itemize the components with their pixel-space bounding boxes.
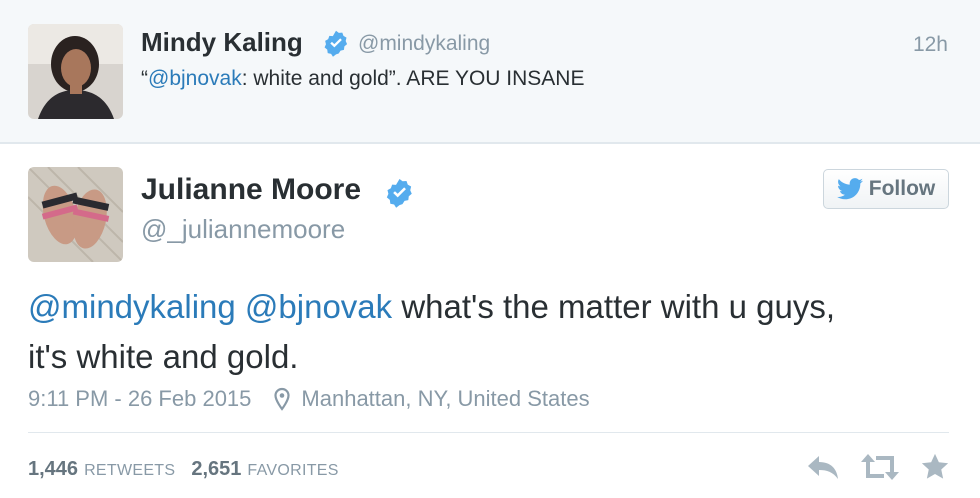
favorites-label[interactable]: FAVORITES (247, 462, 338, 480)
tweet-text-line2: it's white and gold. (28, 338, 299, 375)
tweet-text-rest: : white and gold”. ARE YOU INSANE (241, 67, 585, 90)
tweet-timestamp[interactable]: 9:11 PM - 26 Feb 2015 (28, 386, 251, 412)
tweet-text-line1-rest: what's the matter with u guys, (392, 288, 835, 325)
verified-badge-icon (386, 178, 412, 208)
avatar-mindy-kaling[interactable] (28, 24, 123, 119)
tweet-text-line1: @mindykaling @bjnovak what's the matter … (28, 282, 948, 332)
location-pin-icon (274, 387, 291, 411)
previous-tweet: Mindy Kaling @mindykaling 12h “@bjnovak:… (0, 0, 980, 144)
verified-badge-icon (324, 30, 348, 57)
retweets-count[interactable]: 1,446 (28, 458, 78, 481)
tweet-location[interactable]: Manhattan, NY, United States (301, 386, 589, 412)
author-handle[interactable]: @_juliannemoore (141, 214, 345, 245)
tweet-meta: 9:11 PM - 26 Feb 2015 Manhattan, NY, Uni… (28, 386, 590, 412)
divider (28, 432, 949, 433)
mention-link[interactable]: @bjnovak (148, 67, 242, 90)
avatar-julianne-moore[interactable] (28, 167, 123, 262)
tweet-time[interactable]: 12h (913, 33, 948, 57)
retweets-label[interactable]: RETWEETS (84, 462, 175, 480)
twitter-bird-icon (836, 178, 863, 200)
quote-open: “ (141, 67, 148, 90)
reply-icon[interactable] (806, 452, 840, 482)
tweet-text: “@bjnovak: white and gold”. ARE YOU INSA… (141, 67, 584, 91)
mention-link[interactable]: @bjnovak (245, 288, 392, 325)
mention-link[interactable]: @mindykaling (28, 288, 236, 325)
tweet-text: @mindykaling @bjnovak what's the matter … (28, 282, 948, 382)
tweet-stats: 1,446 RETWEETS 2,651 FAVORITES (28, 458, 355, 481)
author-name[interactable]: Mindy Kaling (141, 27, 303, 58)
author-handle[interactable]: @mindykaling (358, 32, 490, 56)
author-name[interactable]: Julianne Moore (141, 173, 361, 207)
follow-button[interactable]: Follow (823, 169, 949, 209)
follow-button-label: Follow (868, 177, 936, 200)
tweet-actions (806, 452, 950, 482)
favorites-count[interactable]: 2,651 (191, 458, 241, 481)
retweet-icon[interactable] (860, 452, 900, 482)
star-icon[interactable] (920, 452, 950, 482)
